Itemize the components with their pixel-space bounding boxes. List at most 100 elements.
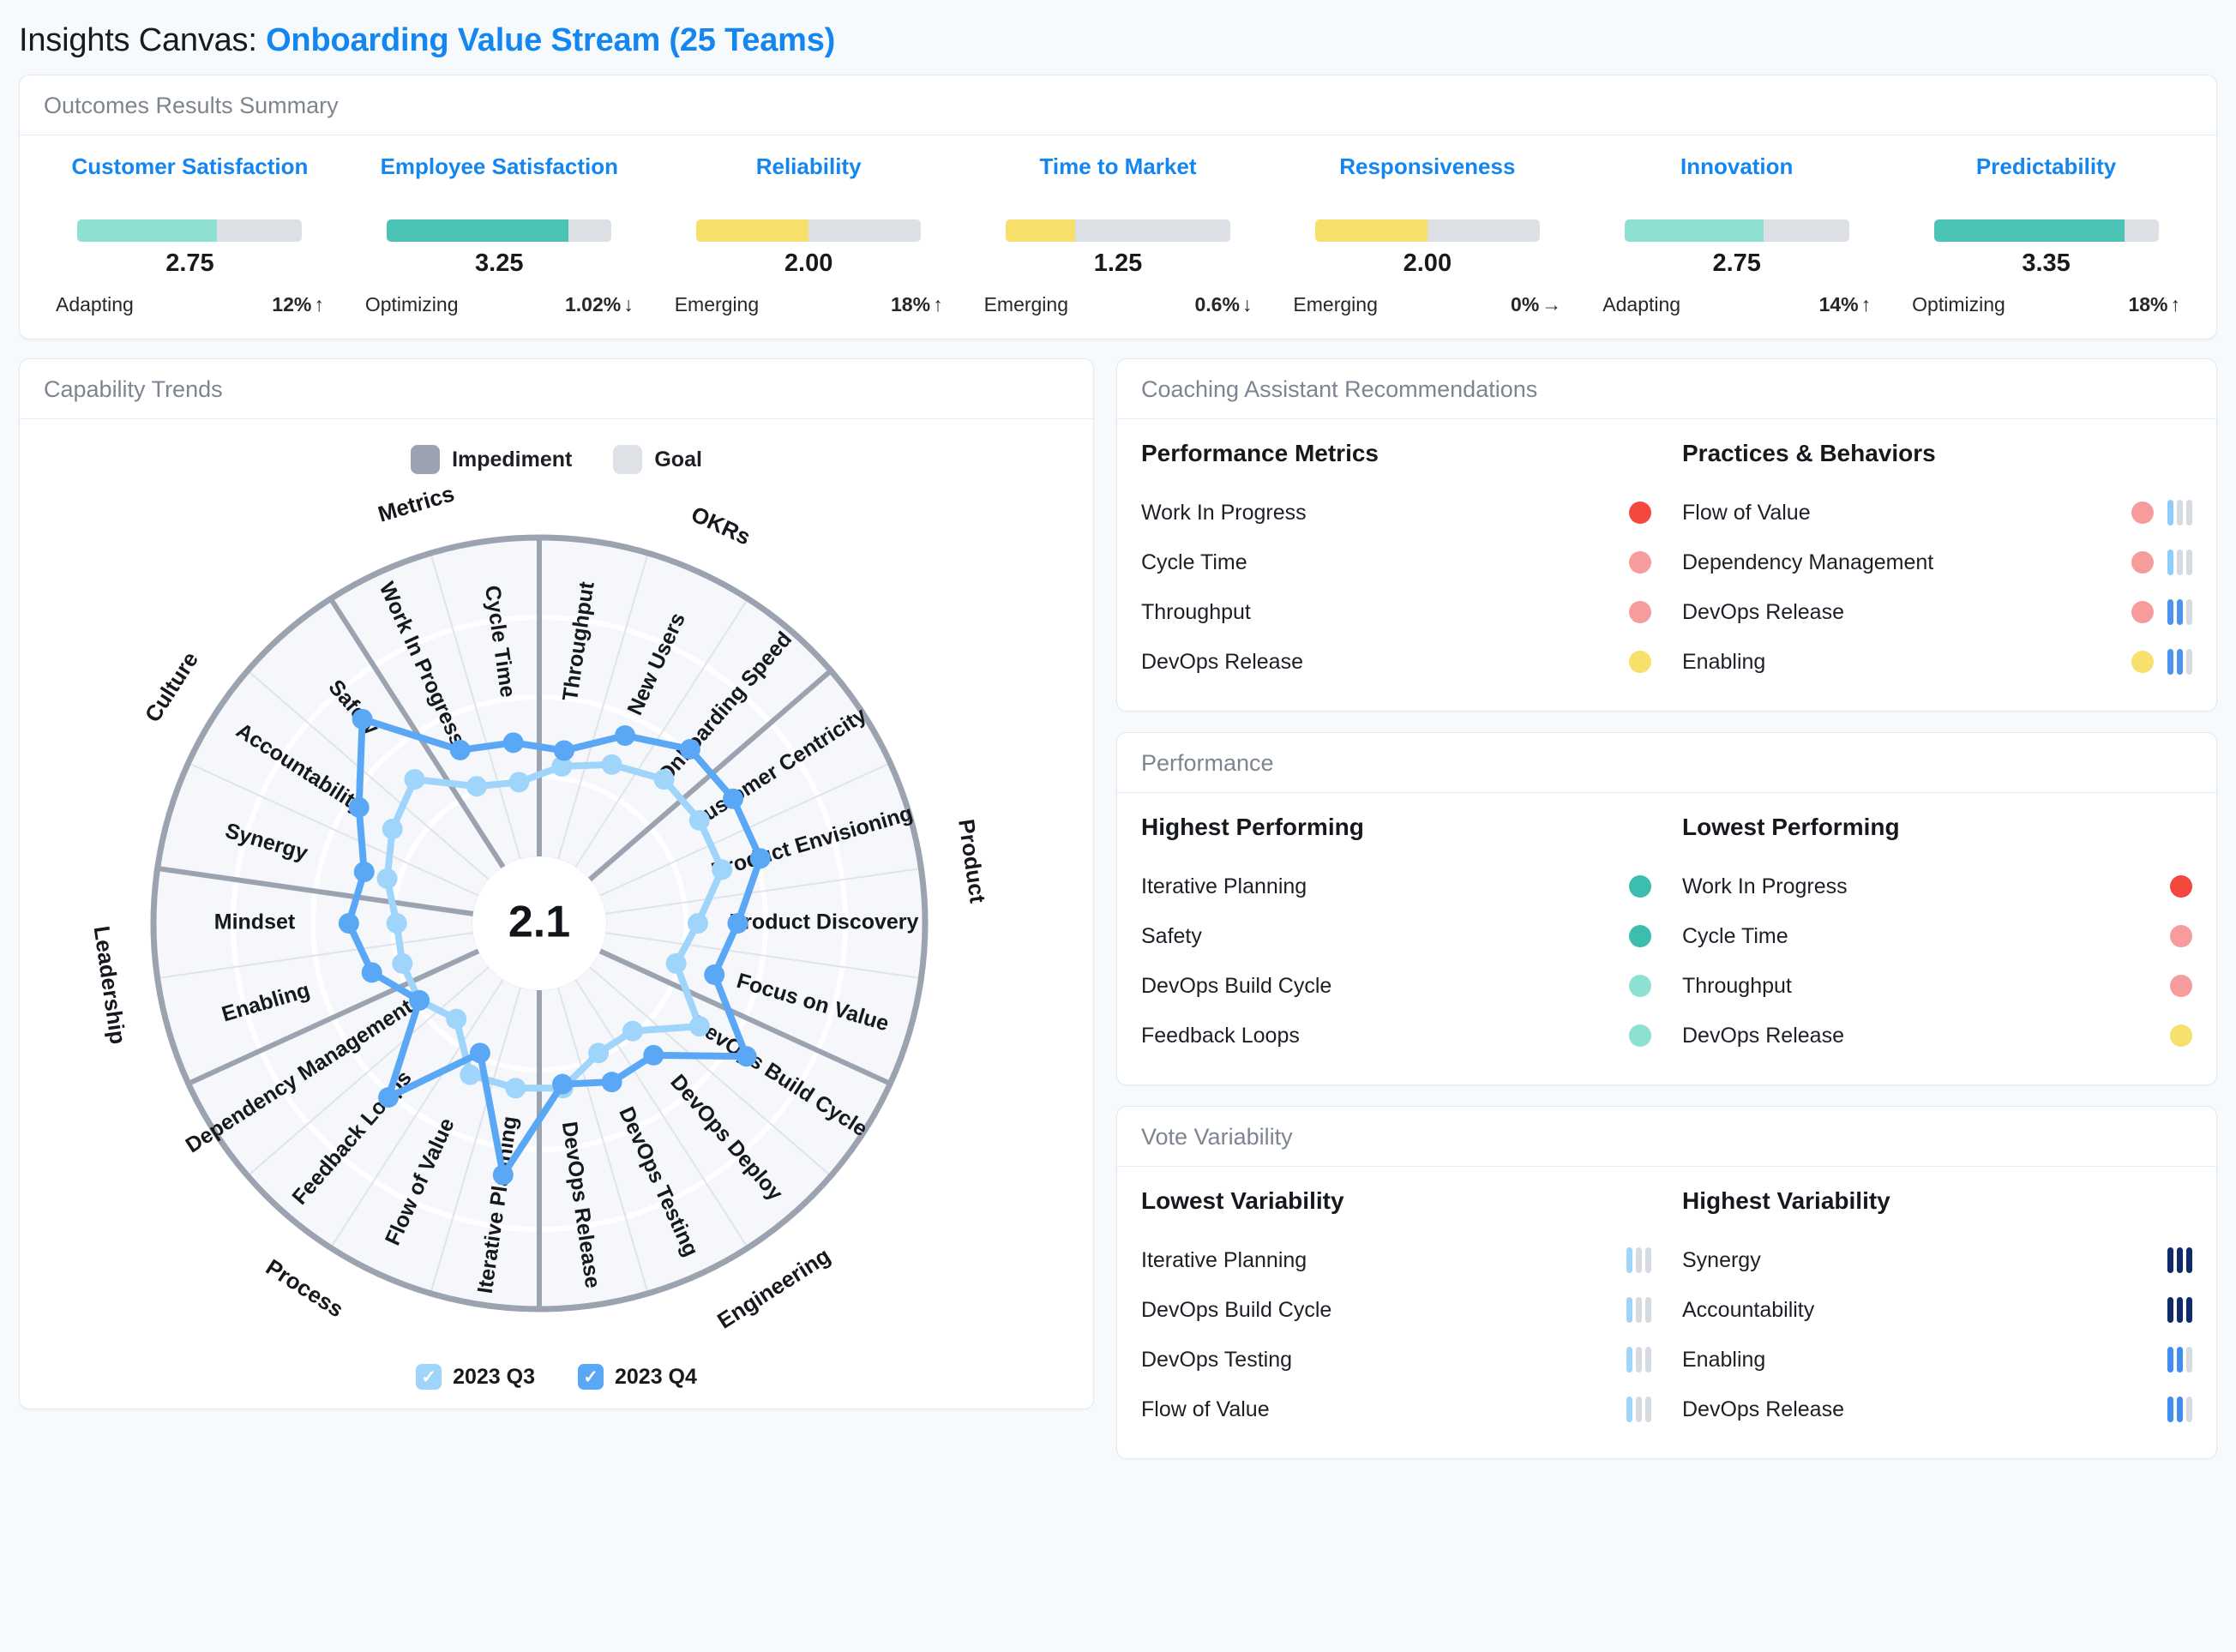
radar-data-point[interactable] <box>688 809 710 831</box>
list-item[interactable]: Iterative Planning <box>1141 862 1651 911</box>
outcome-card[interactable]: Customer Satisfaction 2.75 Adapting 12% ↑ <box>35 153 345 316</box>
radar-data-point[interactable] <box>615 725 636 747</box>
status-dot-icon <box>1629 975 1651 997</box>
radar-data-point[interactable] <box>665 952 687 974</box>
list-item-label: Throughput <box>1141 599 1251 624</box>
radar-data-point[interactable] <box>338 913 359 934</box>
radar-data-point[interactable] <box>601 754 622 775</box>
radar-data-point[interactable] <box>687 913 708 934</box>
list-item-label: Throughput <box>1682 973 1792 998</box>
outcome-card[interactable]: Predictability 3.35 Optimizing 18% ↑ <box>1891 153 2201 316</box>
radar-data-point[interactable] <box>378 1087 400 1108</box>
outcome-delta-value: 0% <box>1511 293 1540 315</box>
list-item[interactable]: Iterative Planning <box>1141 1235 1651 1285</box>
list-item[interactable]: Safety <box>1141 911 1651 961</box>
list-item[interactable]: Work In Progress <box>1141 488 1651 538</box>
outcome-name: Time to Market <box>1039 153 1197 179</box>
status-dot-icon <box>2170 1024 2192 1047</box>
list-item[interactable]: DevOps Release <box>1141 637 1651 687</box>
radar-data-point[interactable] <box>736 1046 757 1067</box>
list-item[interactable]: DevOps Release <box>1682 1385 2192 1434</box>
outcome-card[interactable]: Responsiveness 2.00 Emerging 0% → <box>1272 153 1582 316</box>
outcome-card[interactable]: Time to Market 1.25 Emerging 0.6% ↓ <box>964 153 1273 316</box>
outcome-progress-bar <box>387 219 612 242</box>
radar-data-point[interactable] <box>712 859 733 880</box>
radar-data-point[interactable] <box>361 962 382 983</box>
list-item[interactable]: Cycle Time <box>1141 538 1651 587</box>
list-item[interactable]: Throughput <box>1682 961 2192 1011</box>
radar-data-point[interactable] <box>723 788 744 809</box>
radar-data-point[interactable] <box>679 738 700 760</box>
list-item[interactable]: Flow of Value <box>1682 488 2192 538</box>
radar-data-point[interactable] <box>643 1044 664 1066</box>
list-item[interactable]: DevOps Release <box>1682 587 2192 637</box>
outcome-card[interactable]: Innovation 2.75 Adapting 14% ↑ <box>1582 153 1891 316</box>
radar-data-point[interactable] <box>588 1042 610 1064</box>
radar-data-point[interactable] <box>492 1164 514 1186</box>
checkbox-icon[interactable]: ✓ <box>578 1364 604 1390</box>
radar-data-point[interactable] <box>622 1020 643 1042</box>
radar-data-point[interactable] <box>382 818 403 839</box>
radar-data-point[interactable] <box>376 868 398 889</box>
radar-data-point[interactable] <box>449 739 471 760</box>
list-item[interactable]: DevOps Build Cycle <box>1141 961 1651 1011</box>
outcome-level: Optimizing <box>364 293 459 315</box>
radar-data-point[interactable] <box>386 913 407 934</box>
radar-data-point[interactable] <box>502 732 524 754</box>
legend-label: Impediment <box>452 447 573 472</box>
list-item[interactable]: Accountability <box>1682 1285 2192 1335</box>
list-item[interactable]: DevOps Release <box>1682 1011 2192 1060</box>
radar-data-point[interactable] <box>505 1078 526 1099</box>
list-item[interactable]: Cycle Time <box>1682 911 2192 961</box>
list-item[interactable]: Synergy <box>1682 1235 2192 1285</box>
highest-performing-list: Iterative Planning Safety DevOps Build Cyc… <box>1141 862 1651 1060</box>
highest-performing-title: Highest Performing <box>1141 814 1364 840</box>
radar-data-point[interactable] <box>469 1042 490 1064</box>
practices-behaviors-title: Practices & Behaviors <box>1682 440 1936 466</box>
list-item[interactable]: Dependency Management <box>1682 538 2192 587</box>
list-item[interactable]: Enabling <box>1682 637 2192 687</box>
radar-data-point[interactable] <box>466 776 488 797</box>
radar-data-point[interactable] <box>688 1016 710 1037</box>
radar-data-point[interactable] <box>409 989 430 1011</box>
trend-flat-icon: → <box>1542 293 1562 315</box>
list-item-label: Feedback Loops <box>1141 1023 1300 1048</box>
radar-data-point[interactable] <box>460 1064 481 1085</box>
list-item[interactable]: Flow of Value <box>1141 1385 1651 1434</box>
list-item[interactable]: DevOps Build Cycle <box>1141 1285 1651 1335</box>
radar-group-label: Leadership <box>89 924 131 1046</box>
radar-axis-label: Product Discovery <box>730 910 919 934</box>
radar-data-point[interactable] <box>352 708 373 730</box>
lowest-performing-list: Work In Progress Cycle Time Throughput DevO… <box>1682 862 2192 1060</box>
radar-data-point[interactable] <box>446 1008 467 1030</box>
list-item[interactable]: Feedback Loops <box>1141 1011 1651 1060</box>
radar-data-point[interactable] <box>704 964 725 985</box>
radar-legend-item[interactable]: Goal <box>613 445 702 474</box>
radar-data-point[interactable] <box>653 769 675 790</box>
list-item[interactable]: DevOps Testing <box>1141 1335 1651 1385</box>
list-item[interactable]: Throughput <box>1141 587 1651 637</box>
capability-radar-chart[interactable]: OKRsProductEngineeringProcessLeadershipC… <box>51 478 1062 1361</box>
outcome-card[interactable]: Reliability 2.00 Emerging 18% ↑ <box>654 153 964 316</box>
radar-data-point[interactable] <box>749 848 771 869</box>
performance-card: Performance Highest Performing Iterative… <box>1116 732 2217 1085</box>
radar-data-point[interactable] <box>353 862 375 883</box>
status-dot-icon <box>1629 502 1651 524</box>
series-toggle[interactable]: ✓ 2023 Q3 <box>416 1364 535 1390</box>
series-toggle[interactable]: ✓ 2023 Q4 <box>578 1364 697 1390</box>
radar-data-point[interactable] <box>404 769 425 790</box>
radar-data-point[interactable] <box>601 1072 622 1093</box>
radar-data-point[interactable] <box>508 772 530 793</box>
list-item[interactable]: Enabling <box>1682 1335 2192 1385</box>
radar-data-point[interactable] <box>727 913 748 934</box>
outcome-card[interactable]: Employee Satisfaction 3.25 Optimizing 1.… <box>345 153 654 316</box>
radar-data-point[interactable] <box>348 796 370 818</box>
radar-legend-item[interactable]: Impediment <box>411 445 572 474</box>
radar-data-point[interactable] <box>553 740 574 761</box>
list-item[interactable]: Work In Progress <box>1682 862 2192 911</box>
checkbox-icon[interactable]: ✓ <box>416 1364 442 1390</box>
radar-data-point[interactable] <box>551 1073 573 1095</box>
list-item-label: Dependency Management <box>1682 550 1934 574</box>
radar-group-label: Process <box>261 1254 348 1323</box>
radar-data-point[interactable] <box>392 952 413 974</box>
